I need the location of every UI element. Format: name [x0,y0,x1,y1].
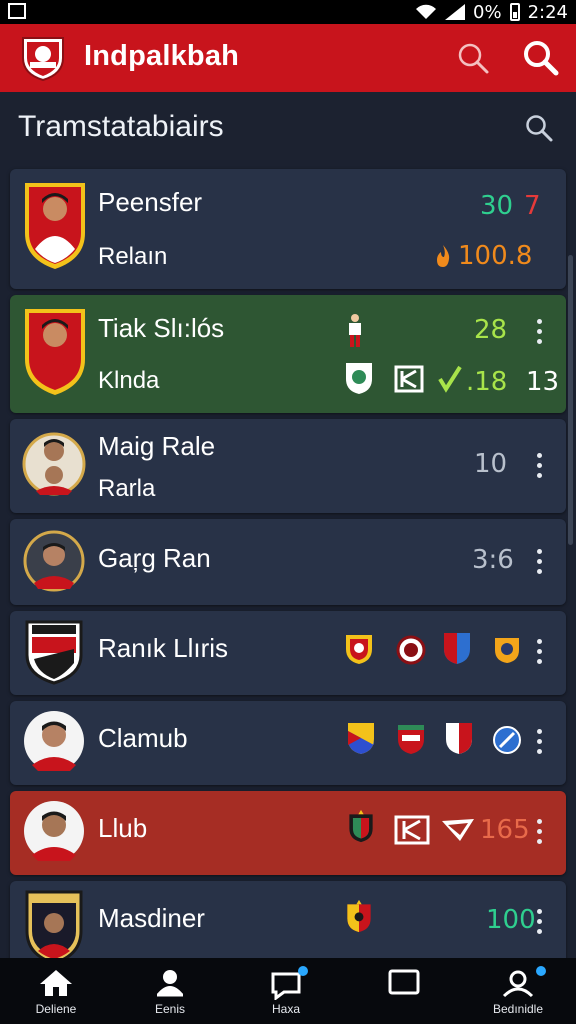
wifi-icon [416,4,437,19]
club-badge-icon [346,635,372,664]
battery-icon [509,3,520,21]
search-icon[interactable] [456,41,490,75]
nav-label: Bedınidle [492,1002,544,1016]
wing-icon [442,819,474,841]
more-options-button[interactable] [534,549,544,577]
player-score: 30 [480,191,514,221]
player-figure-icon [349,314,361,347]
nav-square[interactable] [354,958,454,1024]
club-badge-icon [348,723,374,754]
more-options-button[interactable] [534,639,544,667]
club-crest-avatar [25,890,83,965]
nav-profile[interactable]: Bedınidle [468,958,568,1024]
player-name: Llub [98,813,148,843]
player-score: 3:6 [472,545,514,575]
player-name: Masdiner [98,903,205,933]
battery-percent: 0% [473,1,502,23]
notification-dot [536,966,546,976]
scrollbar[interactable] [568,255,573,545]
more-options-button[interactable] [534,909,544,937]
app-logo-icon [22,37,64,82]
signal-icon [445,4,466,20]
list-item[interactable]: Peensfer Relaın 30 7 100.8 [10,169,566,289]
nav-home[interactable]: Deliene [6,958,106,1024]
player-name: Gaŗg Ran [98,543,211,573]
club-badge-icon [396,635,426,665]
more-options-button[interactable] [534,729,544,757]
more-options-button[interactable] [534,319,544,347]
player-club: Klnda [98,367,160,394]
home-icon [40,970,72,996]
player-photo-avatar [24,801,84,861]
status-icons: 0% 2:24 [415,0,568,24]
player-club: Relaın [98,243,168,270]
player-score: 10 [474,449,508,479]
club-badge-icon [346,363,372,394]
search-button-icon[interactable] [522,39,560,77]
player-score: 165 [480,815,530,845]
player-value: .18 [466,367,508,397]
club-badge-icon [349,809,373,843]
club-badge-icon [495,638,519,663]
player-photo-avatar [22,432,86,496]
bottom-nav: Deliene Eenis Haxa Bedınidle [0,958,576,1024]
club-badge-icon [347,899,371,933]
nav-chat[interactable]: Haxa [236,958,336,1024]
nav-label: Eenis [154,1002,186,1016]
player-value: 100.8 [458,241,533,271]
player-score: 28 [474,315,508,345]
player-name: Ranık Llıris [98,633,229,663]
app-bar: Indpalkbah [0,24,576,92]
section-search-icon[interactable] [524,113,554,143]
k-logo-icon [394,365,424,393]
list-item[interactable]: Clamub [10,701,566,785]
player-score-secondary: 7 [524,191,541,221]
player-badge-number: 13 [526,367,560,397]
square-icon [388,969,420,995]
club-badge-icon [493,726,521,754]
more-options-button[interactable] [534,819,544,847]
player-photo-avatar [24,711,84,771]
club-badge-icon [398,725,424,754]
more-options-button[interactable] [534,453,544,481]
notification-dot [298,966,308,976]
player-crest-avatar [25,309,85,395]
flame-icon [437,245,450,267]
club-crest-avatar [25,620,83,685]
clock: 2:24 [527,1,568,23]
section-title: Tramstatabiairs [18,110,224,143]
player-photo-avatar [23,530,85,592]
list-item[interactable]: Tiak Slı:lós Klnda 28 .18 13 [10,295,566,413]
player-score: 100 [486,905,536,935]
k-logo-icon [394,815,430,845]
list-item[interactable]: Gaŗg Ran 3:6 [10,519,566,605]
player-name: Maig Rale [98,431,216,461]
club-badge-icon [446,723,472,754]
nav-person[interactable]: Eenis [120,958,220,1024]
arrow-icon [438,365,462,393]
player-name: Clamub [98,723,188,753]
app-title: Indpalkbah [84,40,240,72]
player-name: Tiak Slı:lós [98,313,225,343]
profile-icon [502,970,534,998]
section-header: Tramstatabiairs [0,92,576,160]
player-crest-avatar [25,183,85,269]
list-item[interactable]: Llub 165 [10,791,566,875]
status-bar: 0% 2:24 [0,0,576,24]
list-item[interactable]: Maig Rale Rarla 10 [10,419,566,513]
chat-icon [271,972,301,1000]
club-badge-icon [444,633,470,664]
list-item[interactable]: Ranık Llıris [10,611,566,695]
nav-label: Haxa [271,1002,300,1016]
nav-label: Deliene [35,1002,77,1016]
notification-icon [8,3,26,19]
player-club: Rarla [98,475,156,502]
player-name: Peensfer [98,187,203,217]
person-icon [157,970,183,997]
